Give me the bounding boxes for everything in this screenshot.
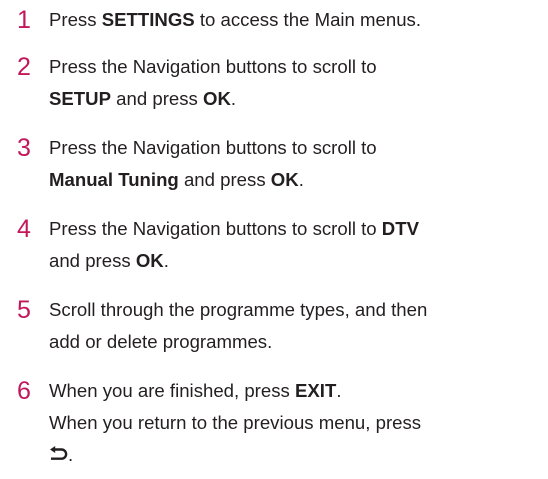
step-number: 1 <box>17 6 31 34</box>
step-text-run: When you return to the previous menu, pr… <box>49 412 422 433</box>
step-text: Press SETTINGS to access the Main menus. <box>49 4 544 36</box>
step-keyword: DTV <box>381 218 419 239</box>
step-keyword: OK <box>270 169 299 190</box>
step-keyword: SETTINGS <box>101 9 195 30</box>
step-keyword: SETUP <box>49 88 111 109</box>
step-text-run: . <box>230 88 237 109</box>
step-text: When you are finished, press EXIT. When y… <box>49 375 544 471</box>
step-text-run: add or delete programmes. <box>49 331 273 352</box>
step-number: 5 <box>17 296 31 324</box>
step-text-run: Press the Navigation buttons to scroll t… <box>49 137 377 158</box>
step-text-run: and press <box>111 88 203 109</box>
step-text: Press the Navigation buttons to scroll t… <box>49 51 544 115</box>
step-text: Scroll through the programme types, and … <box>49 294 544 358</box>
step-text: Press the Navigation buttons to scroll t… <box>49 213 544 277</box>
step-text-run: Scroll through the programme types, and … <box>49 299 428 320</box>
step-number: 6 <box>17 377 31 405</box>
step-keyword: OK <box>203 88 231 109</box>
step-text-run: . <box>298 169 304 190</box>
step-text-run: Press <box>49 9 102 30</box>
step-text: Press the Navigation buttons to scroll t… <box>49 132 544 196</box>
step-number: 4 <box>17 215 31 243</box>
step-keyword: EXIT <box>294 380 337 401</box>
step-text-run: . <box>163 250 169 271</box>
step-text-run: When you are finished, press <box>49 380 295 401</box>
step-number: 3 <box>17 134 31 162</box>
step-text-run: and press <box>49 250 136 271</box>
step-text-run: Press the Navigation buttons to scroll t… <box>49 218 382 239</box>
step-keyword: OK <box>135 250 164 271</box>
step-text-run: . <box>68 444 74 465</box>
step-text-run: to access the Main menus. <box>194 9 422 30</box>
step-keyword: Manual Tuning <box>49 169 179 190</box>
back-arrow-icon <box>49 439 68 471</box>
step-number: 2 <box>17 53 31 81</box>
step-text-run: . <box>336 380 342 401</box>
step-text-run: and press <box>178 169 271 190</box>
step-text-run: Press the Navigation buttons to scroll t… <box>49 56 377 77</box>
